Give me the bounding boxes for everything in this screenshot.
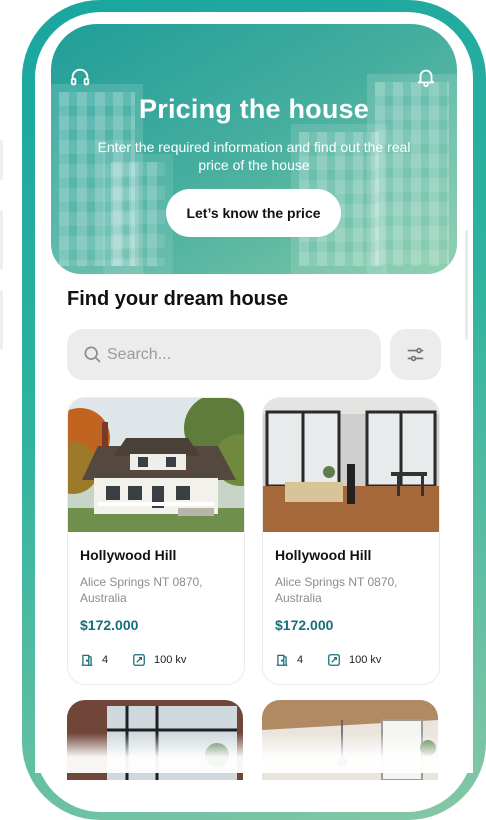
interior-photo [263,398,439,532]
house-photo [68,398,244,532]
know-price-button[interactable]: Let’s know the price [166,189,341,237]
scroll-indicator [465,230,468,340]
hero-title: Pricing the house [139,94,369,124]
search-icon [82,344,102,369]
listing-card[interactable]: Hollywood Hill Alice Springs NT 0870, Au… [262,397,440,685]
edge-mark [0,140,3,180]
area-info: 100 kv [327,653,381,667]
hero-subtitle: Enter the required information and find … [97,139,411,173]
listing-card[interactable]: Hollywood Hill Alice Springs NT 0870, Au… [67,397,245,685]
headset-icon[interactable] [69,66,91,88]
area-info: 100 kv [132,653,186,667]
rooms-info: 4 [80,653,108,667]
bell-icon[interactable] [415,66,437,88]
area-size: 100 kv [154,654,187,666]
listing-price: $172.000 [275,617,334,633]
area-icon [133,654,145,666]
sliders-icon [406,345,425,369]
door-icon [81,654,93,666]
rooms-count: 4 [297,654,304,666]
area-icon [328,654,340,666]
filter-button[interactable] [390,329,441,380]
listing-price: $172.000 [80,617,139,633]
door-icon [276,654,288,666]
rooms-info: 4 [275,653,303,667]
area-size: 100 kv [349,654,382,666]
bottom-fade [35,733,473,773]
search-bar[interactable] [67,329,381,380]
search-input[interactable] [107,329,357,380]
listing-name: Hollywood Hill [275,547,372,563]
section-title: Find your dream house [67,288,289,310]
edge-mark [0,210,3,270]
listing-name: Hollywood Hill [80,547,177,563]
listing-address: Alice Springs NT 0870, Australia [275,575,398,605]
rooms-count: 4 [102,654,109,666]
phone-screen: Pricing the house Enter the required inf… [35,12,473,812]
pricing-hero-banner: Pricing the house Enter the required inf… [51,24,457,274]
listing-address: Alice Springs NT 0870, Australia [80,575,203,605]
edge-mark [0,290,3,350]
